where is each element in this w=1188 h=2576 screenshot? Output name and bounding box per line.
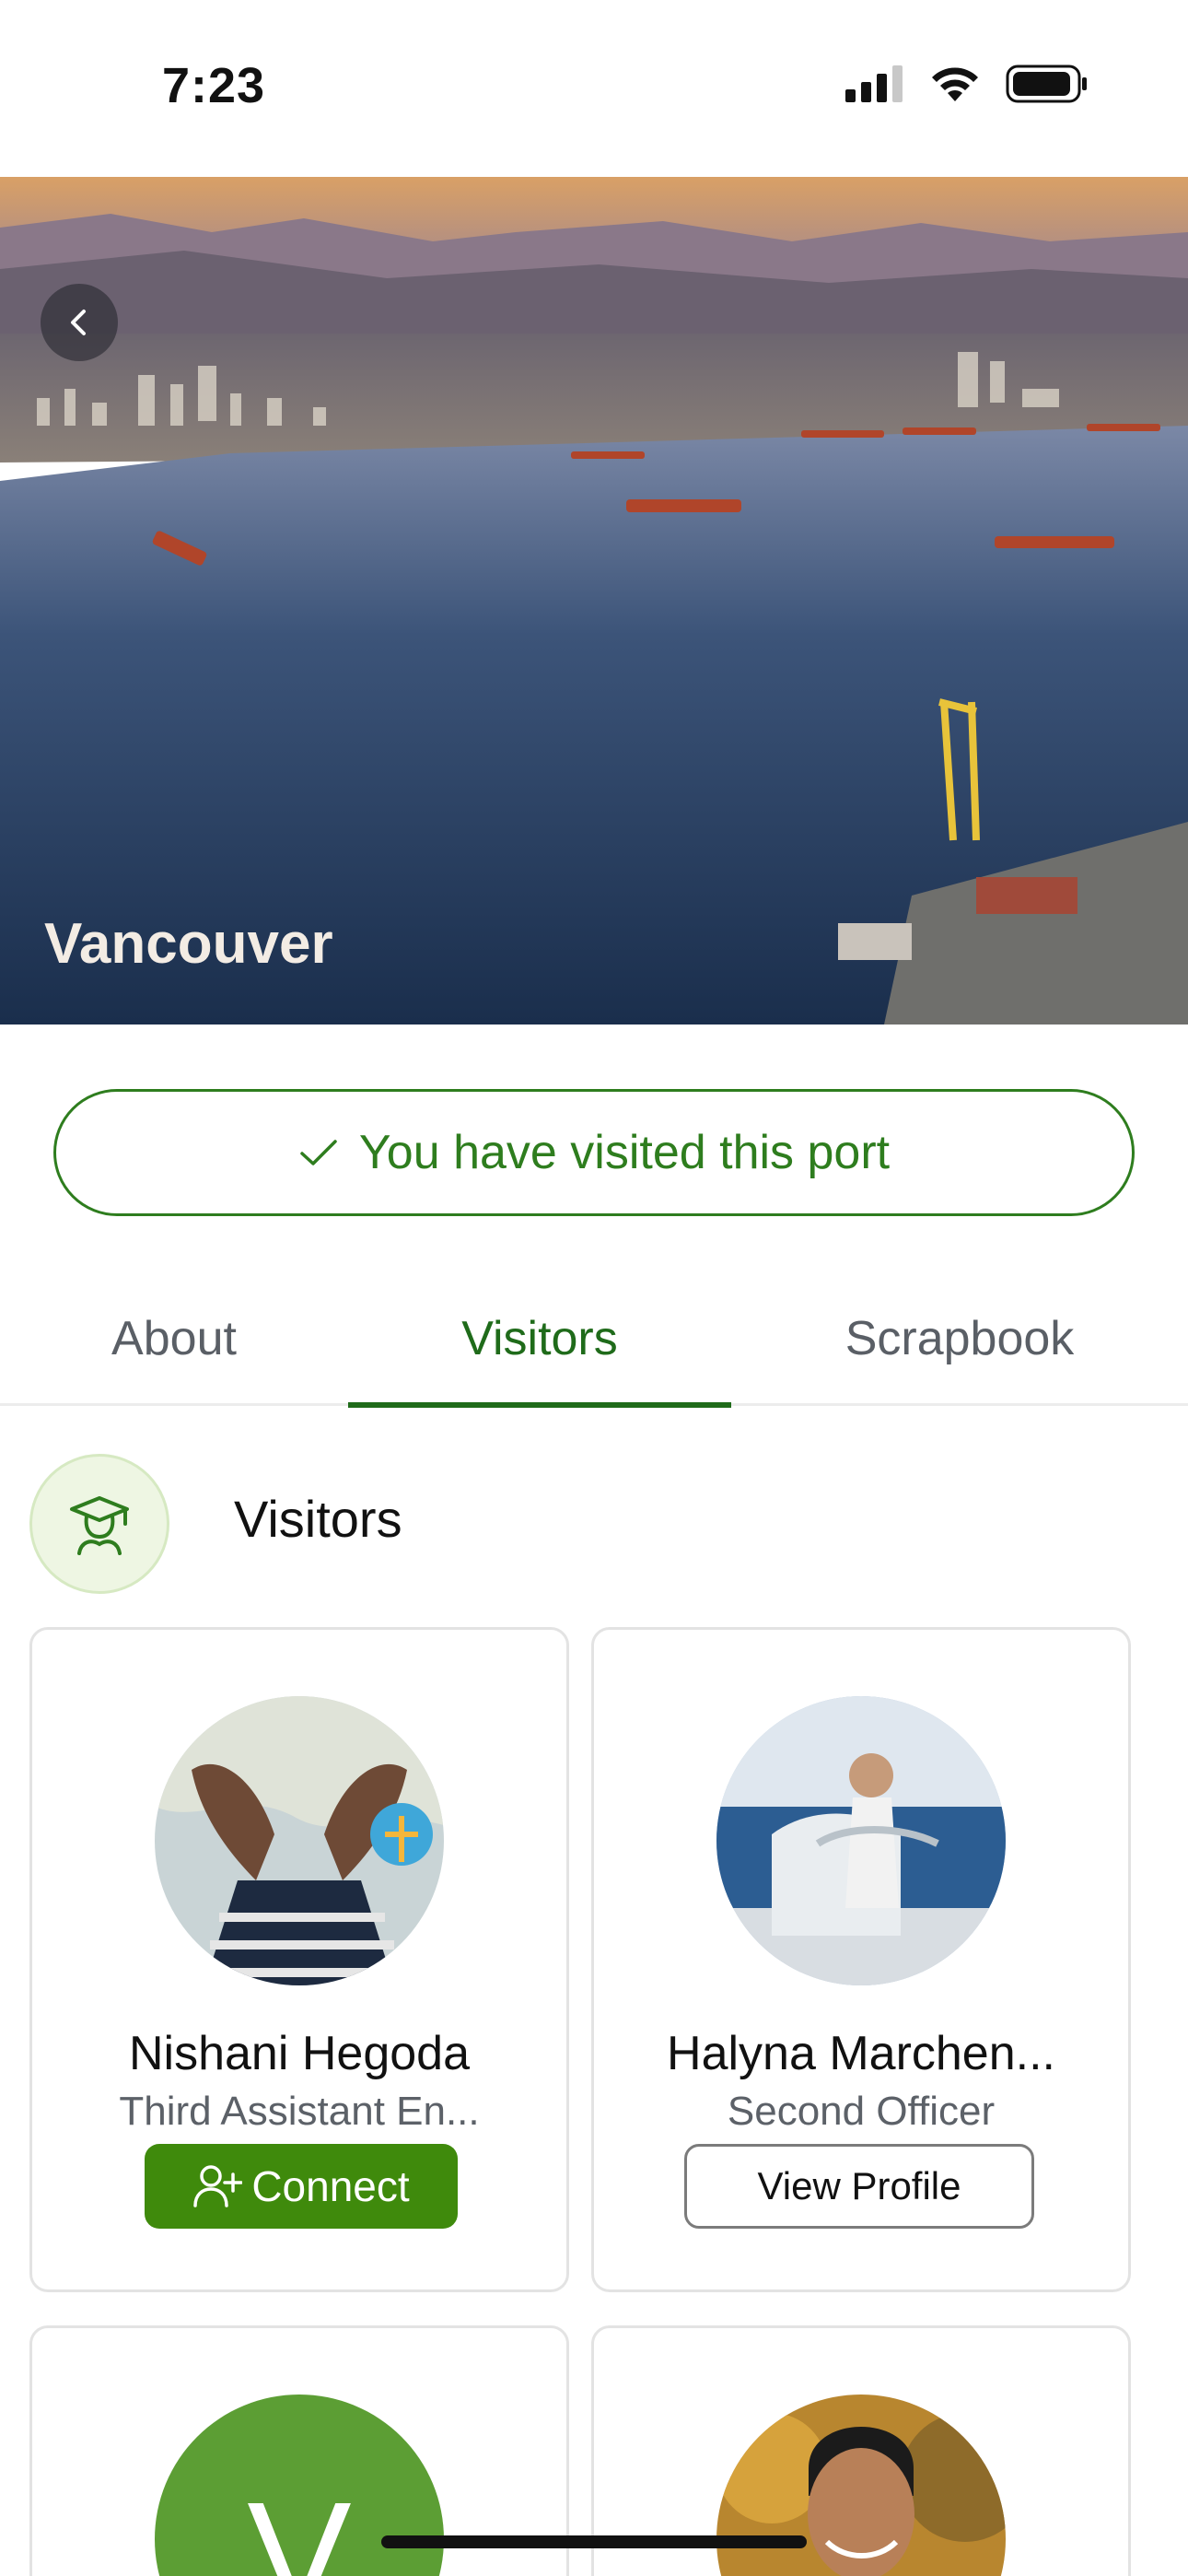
back-button[interactable] <box>41 284 118 361</box>
connect-button[interactable]: Connect <box>145 2144 458 2229</box>
visitor-name: Halyna Marchen... <box>667 2027 1055 2080</box>
graduate-icon <box>70 1496 129 1555</box>
checkmark-icon <box>300 1140 337 1165</box>
visitor-role: Third Assistant En... <box>119 2089 480 2134</box>
active-tab-indicator <box>348 1402 731 1408</box>
visitor-card[interactable]: Halyna Marchen... Second Officer View Pr… <box>591 1627 1131 2292</box>
avatar-initial: V <box>247 2470 352 2576</box>
connect-label: Connect <box>251 2162 410 2210</box>
avatar[interactable] <box>716 2395 1006 2576</box>
signal-icon <box>845 65 903 102</box>
visitor-card[interactable]: Nishani Hegoda Third Assistant En... Con… <box>29 1627 569 2292</box>
visitor-role: Second Officer <box>727 2089 996 2134</box>
home-indicator[interactable] <box>381 2535 807 2548</box>
status-time: 7:23 <box>162 58 266 113</box>
avatar-photo <box>716 1696 1006 1985</box>
chevron-left-icon <box>71 310 86 335</box>
status-bar: 7:23 <box>0 0 1188 177</box>
port-title: Vancouver <box>44 912 333 976</box>
battery-icon <box>1006 64 1087 103</box>
harbor-photo <box>0 177 1188 1025</box>
avatar[interactable] <box>716 1696 1006 1985</box>
avatar-photo <box>155 1696 444 1985</box>
wifi-icon <box>932 67 978 101</box>
avatar[interactable]: V <box>155 2395 444 2576</box>
avatar[interactable] <box>155 1696 444 1985</box>
section-title: Visitors <box>234 1490 402 1548</box>
visited-text: You have visited this port <box>358 1126 891 1179</box>
tab-about[interactable]: About <box>0 1271 348 1406</box>
hero-image: Vancouver <box>0 177 1188 1025</box>
visitor-name: Nishani Hegoda <box>128 2027 471 2080</box>
tab-scrapbook[interactable]: Scrapbook <box>731 1271 1188 1406</box>
view-profile-button[interactable]: View Profile <box>684 2144 1034 2229</box>
add-user-icon <box>193 2165 243 2207</box>
tab-visitors[interactable]: Visitors <box>348 1271 731 1406</box>
status-icons <box>845 64 1089 103</box>
avatar-photo <box>716 2395 1006 2576</box>
visitors-section-icon <box>29 1454 169 1594</box>
tab-bar: About Visitors Scrapbook <box>0 1271 1188 1408</box>
visited-banner: You have visited this port <box>53 1089 1135 1216</box>
